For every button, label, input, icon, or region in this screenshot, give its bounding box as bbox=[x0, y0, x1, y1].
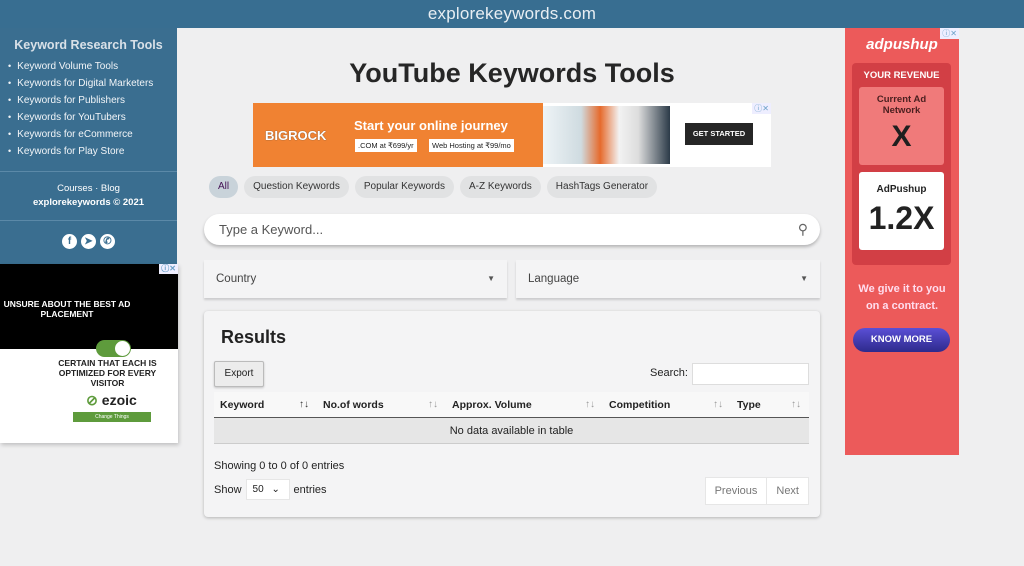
language-select-label: Language bbox=[528, 273, 580, 285]
current-network-label: Current Ad Network bbox=[876, 94, 927, 116]
your-revenue-label: YOUR REVENUE bbox=[863, 70, 940, 81]
ezoic-ad-top: ⓘ✕ UNSURE ABOUT THE BEST AD PLACEMENT bbox=[0, 264, 178, 357]
sidebar-item-publishers[interactable]: Keywords for Publishers bbox=[8, 92, 177, 109]
column-no-of-words[interactable]: No.of words ↑↓ bbox=[317, 392, 446, 418]
results-card: Results Export Search: Keyword ↑↓ No.of w… bbox=[204, 311, 820, 517]
show-label: Show bbox=[214, 483, 242, 496]
page-title: YouTube Keywords Tools bbox=[349, 58, 675, 88]
ezoic-mid-text: CERTAIN THAT EACH IS OPTIMIZED FOR EVERY… bbox=[58, 358, 157, 388]
tab-question-keywords[interactable]: Question Keywords bbox=[244, 176, 349, 198]
current-network-value: X bbox=[891, 120, 912, 153]
table-header: Keyword ↑↓ No.of words ↑↓ Approx. Volume ↑↓… bbox=[214, 392, 809, 418]
sidebar-item-digital-marketers[interactable]: Keywords for Digital Marketers bbox=[8, 75, 177, 92]
results-table: Keyword ↑↓ No.of words ↑↓ Approx. Volume ↑↓… bbox=[214, 392, 809, 444]
column-type[interactable]: Type ↑↓ bbox=[731, 392, 809, 418]
bigrock-ad-banner: BIGROCK Start your online journey .COM a… bbox=[253, 103, 543, 167]
whatsapp-icon[interactable]: ✆ bbox=[100, 234, 115, 249]
ezoic-logo: ⊘ ezoic bbox=[0, 392, 178, 409]
column-label: Type bbox=[737, 398, 761, 411]
adpushup-ad[interactable]: ⓘ✕ adpushup YOUR REVENUE Current Ad Netw… bbox=[845, 28, 959, 455]
sidebar-heading: Keyword Research Tools bbox=[14, 38, 163, 52]
sort-icon[interactable]: ↑↓ bbox=[585, 392, 595, 418]
bigrock-offer-hosting: Web Hosting at ₹99/mo bbox=[429, 139, 514, 152]
ezoic-logo-icon: ⊘ bbox=[86, 392, 98, 408]
tab-all[interactable]: All bbox=[209, 176, 239, 198]
search-icon[interactable]: ⚲ bbox=[798, 214, 808, 245]
empty-table-message: No data available in table bbox=[214, 418, 809, 444]
know-more-button[interactable]: KNOW MORE bbox=[853, 328, 950, 352]
chevron-down-icon: ▼ bbox=[800, 274, 808, 283]
column-label: Keyword bbox=[220, 398, 265, 411]
column-label: No.of words bbox=[323, 398, 384, 411]
toggle-graphic bbox=[96, 340, 131, 357]
results-title: Results bbox=[221, 327, 287, 347]
keyword-type-tabs: All Question Keywords Popular Keywords A… bbox=[209, 176, 658, 198]
page-length-value: 50 bbox=[252, 484, 264, 495]
sidebar-item-ecommerce[interactable]: Keywords for eCommerce bbox=[8, 126, 177, 143]
ad-close-icon[interactable]: ⓘ✕ bbox=[940, 28, 959, 39]
ad-close-icon[interactable]: ⓘ✕ bbox=[752, 103, 771, 114]
search-placeholder: Type a Keyword... bbox=[219, 222, 324, 237]
sidebar-item-keyword-volume-tools[interactable]: Keyword Volume Tools bbox=[8, 58, 177, 75]
country-select-label: Country bbox=[216, 273, 257, 285]
bigrock-ad-photo bbox=[543, 106, 670, 164]
column-label: Competition bbox=[609, 398, 671, 411]
tab-a-z-keywords[interactable]: A-Z Keywords bbox=[460, 176, 541, 198]
site-header[interactable]: explorekeywords.com bbox=[0, 0, 1024, 28]
adpushup-box: AdPushup 1.2X bbox=[859, 172, 944, 250]
ezoic-top-text: UNSURE ABOUT THE BEST AD PLACEMENT bbox=[3, 299, 131, 319]
telegram-icon[interactable]: ➤ bbox=[81, 234, 96, 249]
entries-label: entries bbox=[293, 483, 327, 496]
column-competition[interactable]: Competition ↑↓ bbox=[603, 392, 731, 418]
language-select[interactable]: Language ▼ bbox=[516, 260, 820, 298]
current-network-box: Current Ad Network X bbox=[859, 87, 944, 165]
sort-icon[interactable]: ↑↓ bbox=[713, 392, 723, 418]
sidebar-item-youtubers[interactable]: Keywords for YouTubers bbox=[8, 109, 177, 126]
page-length-select[interactable]: 50 ⌄ bbox=[245, 479, 290, 500]
export-button[interactable]: Export bbox=[214, 361, 264, 387]
sidebar-item-play-store[interactable]: Keywords for Play Store bbox=[8, 143, 177, 160]
sidebar: Keyword Research Tools Keyword Volume To… bbox=[0, 28, 177, 264]
column-keyword[interactable]: Keyword ↑↓ bbox=[214, 392, 317, 418]
tab-popular-keywords[interactable]: Popular Keywords bbox=[354, 176, 454, 198]
keyword-search-input[interactable]: Type a Keyword... ⚲ bbox=[204, 214, 820, 245]
pagination: Previous Next bbox=[704, 477, 809, 505]
country-select[interactable]: Country ▼ bbox=[204, 260, 507, 298]
tab-hashtags-generator[interactable]: HashTags Generator bbox=[546, 176, 658, 198]
bigrock-logo: BIGROCK bbox=[265, 128, 327, 143]
page-length-control: Show 50 ⌄ entries bbox=[214, 479, 327, 500]
get-started-button[interactable]: GET STARTED bbox=[685, 123, 753, 145]
ezoic-ad[interactable]: ⓘ✕ UNSURE ABOUT THE BEST AD PLACEMENT CE… bbox=[0, 264, 178, 443]
chevron-down-icon: ⌄ bbox=[271, 484, 280, 495]
sort-icon[interactable]: ↑↓ bbox=[299, 392, 309, 418]
column-approx-volume[interactable]: Approx. Volume ↑↓ bbox=[446, 392, 603, 418]
chevron-down-icon: ▼ bbox=[487, 274, 495, 283]
table-search-input[interactable] bbox=[692, 363, 809, 385]
table-info: Showing 0 to 0 of 0 entries bbox=[214, 460, 345, 472]
column-label: Approx. Volume bbox=[452, 398, 532, 411]
footer-links[interactable]: Courses · Blog bbox=[0, 182, 177, 196]
previous-button[interactable]: Previous bbox=[706, 478, 767, 504]
adpushup-label: AdPushup bbox=[876, 184, 927, 195]
sort-icon[interactable]: ↑↓ bbox=[428, 392, 438, 418]
ezoic-brand: ezoic bbox=[101, 392, 137, 408]
adpushup-value: 1.2X bbox=[868, 200, 935, 236]
bigrock-ad[interactable]: BIGROCK Start your online journey .COM a… bbox=[253, 103, 771, 167]
sidebar-nav: Keyword Volume Tools Keywords for Digita… bbox=[8, 58, 177, 160]
table-search-label: Search: bbox=[650, 367, 688, 379]
ad-close-icon[interactable]: ⓘ✕ bbox=[159, 264, 178, 274]
revenue-comparison: YOUR REVENUE Current Ad Network X AdPush… bbox=[852, 63, 951, 265]
ezoic-cta-button[interactable]: Change Things bbox=[73, 412, 151, 422]
bigrock-headline: Start your online journey bbox=[354, 118, 508, 133]
bigrock-offer-domain: .COM at ₹699/yr bbox=[355, 139, 417, 152]
adpushup-tagline: We give it to you on a contract. bbox=[858, 283, 946, 312]
facebook-icon[interactable]: f bbox=[62, 234, 77, 249]
copyright: explorekeywords © 2021 bbox=[32, 197, 145, 208]
site-name[interactable]: explorekeywords.com bbox=[428, 4, 596, 23]
sidebar-footer: Courses · Blog explorekeywords © 2021 bbox=[0, 172, 177, 220]
next-button[interactable]: Next bbox=[766, 478, 808, 504]
social-links: f ➤ ✆ bbox=[0, 221, 177, 249]
sort-icon[interactable]: ↑↓ bbox=[791, 392, 801, 418]
